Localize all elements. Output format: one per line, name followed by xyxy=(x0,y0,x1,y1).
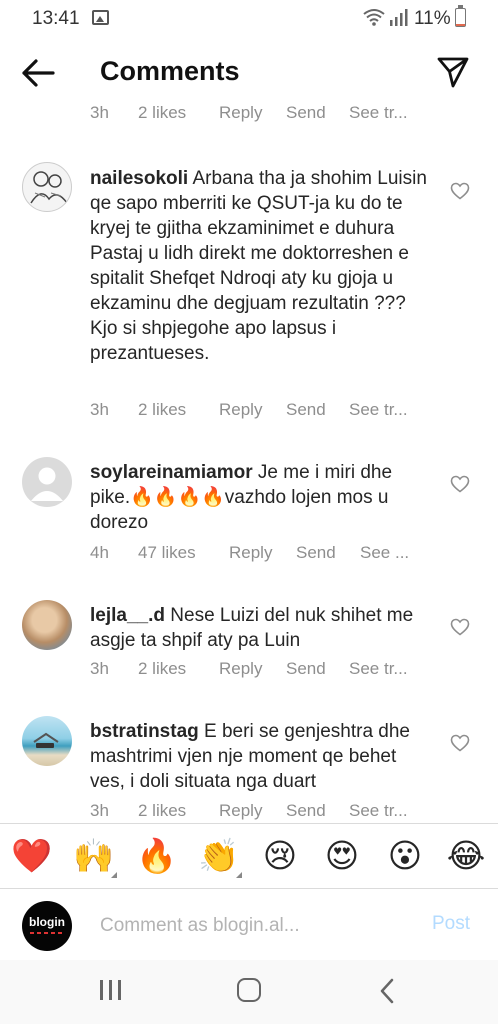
reaction-surprised[interactable]: 😮 xyxy=(385,836,425,876)
comment-text: soylareinamiamor Je me i miri dhe pike.🔥… xyxy=(90,460,435,535)
battery-icon xyxy=(455,5,466,27)
reaction-clapping[interactable]: 👏 xyxy=(198,836,242,878)
comment-text: lejla__.d Nese Luizi del nuk shihet me a… xyxy=(90,603,430,653)
status-bar: 13:41 11% xyxy=(0,0,498,36)
comment-body: Arbana tha ja shohim Luisin qe sapo mber… xyxy=(90,168,427,314)
wifi-icon xyxy=(363,9,385,26)
avatar[interactable] xyxy=(22,457,72,507)
comment-text: bstratinstag E beri se genjeshtra dhe ma… xyxy=(90,719,430,794)
like-heart-icon[interactable] xyxy=(450,734,470,752)
comment-text: nailesokoli Arbana tha ja shohim Luisin … xyxy=(90,166,430,366)
reply-button[interactable]: Reply xyxy=(219,400,262,420)
my-avatar-logo-text: blogin xyxy=(29,915,65,929)
comment-input[interactable] xyxy=(100,911,410,941)
likes-count[interactable]: 2 likes xyxy=(138,801,186,821)
post-button[interactable]: Post xyxy=(432,913,470,935)
signal-icon xyxy=(390,9,408,26)
reaction-heart[interactable]: ❤️ xyxy=(11,836,52,876)
comment-username[interactable]: bstratinstag xyxy=(90,721,199,742)
comment-username[interactable]: soylareinamiamor xyxy=(90,462,253,483)
like-heart-icon[interactable] xyxy=(450,475,470,493)
home-icon[interactable] xyxy=(237,978,261,1002)
send-button[interactable]: Send xyxy=(286,400,326,420)
reaction-raising-hands[interactable]: 🙌 xyxy=(73,836,117,878)
reply-button[interactable]: Reply xyxy=(229,543,272,563)
avatar[interactable] xyxy=(22,162,72,212)
reaction-clapping-emoji: 👏 xyxy=(198,837,240,874)
nav-back-icon[interactable] xyxy=(378,978,396,1004)
reaction-crying[interactable]: 😢 xyxy=(260,836,300,876)
likes-count[interactable]: 47 likes xyxy=(138,543,196,563)
reply-button[interactable]: Reply xyxy=(219,659,262,679)
quick-reactions-bar: ❤️ 🙌 🔥 👏 😢 😍 😮 😂 xyxy=(0,823,498,887)
comment-time: 3h xyxy=(90,659,109,678)
comment-time: 4h xyxy=(90,543,109,562)
reaction-laughing[interactable]: 😂 xyxy=(446,836,486,876)
reply-button[interactable]: Reply xyxy=(219,104,262,123)
comment-username[interactable]: lejla__.d xyxy=(90,605,165,626)
send-button[interactable]: Send xyxy=(286,659,326,679)
comment-body-line2: Kjo si shpjegohe apo lapsus i prezantues… xyxy=(90,318,337,364)
comment-username[interactable]: nailesokoli xyxy=(90,168,188,189)
back-arrow-icon[interactable] xyxy=(20,56,56,90)
comment-time: 3h xyxy=(90,104,109,122)
send-button[interactable]: Send xyxy=(296,543,336,563)
page-title: Comments xyxy=(100,56,240,86)
see-translation-button[interactable]: See ... xyxy=(360,543,409,563)
see-translation-button[interactable]: See tr... xyxy=(349,659,408,679)
comment-time: 3h xyxy=(90,801,109,820)
gallery-notification-icon xyxy=(92,10,109,25)
likes-count[interactable]: 2 likes xyxy=(138,104,186,123)
reaction-fire[interactable]: 🔥 xyxy=(136,836,177,876)
reaction-heart-eyes[interactable]: 😍 xyxy=(322,836,362,876)
send-button[interactable]: Send xyxy=(286,801,326,821)
likes-count[interactable]: 2 likes xyxy=(138,659,186,679)
see-translation-button[interactable]: See tr... xyxy=(349,400,408,420)
comments-list[interactable]: 3h 2 likes Reply Send See tr... nailesok… xyxy=(0,104,498,822)
like-heart-icon[interactable] xyxy=(450,182,470,200)
send-direct-icon[interactable] xyxy=(436,55,470,89)
status-time: 13:41 xyxy=(32,8,80,29)
battery-percent: 11% xyxy=(414,8,451,29)
avatar[interactable] xyxy=(22,600,72,650)
reply-button[interactable]: Reply xyxy=(219,801,262,821)
likes-count[interactable]: 2 likes xyxy=(138,400,186,420)
system-nav-bar xyxy=(0,960,498,1024)
comment-time: 3h xyxy=(90,400,109,419)
see-translation-button[interactable]: See tr... xyxy=(349,104,408,123)
comment-input-bar: blogin Post xyxy=(0,888,498,960)
header: Comments xyxy=(0,40,498,104)
send-button[interactable]: Send xyxy=(286,104,326,123)
see-translation-button[interactable]: See tr... xyxy=(349,801,408,821)
avatar[interactable] xyxy=(22,716,72,766)
like-heart-icon[interactable] xyxy=(450,618,470,636)
recent-apps-icon[interactable] xyxy=(98,980,122,1000)
my-avatar: blogin xyxy=(22,901,72,951)
reaction-raising-hands-emoji: 🙌 xyxy=(73,837,115,874)
